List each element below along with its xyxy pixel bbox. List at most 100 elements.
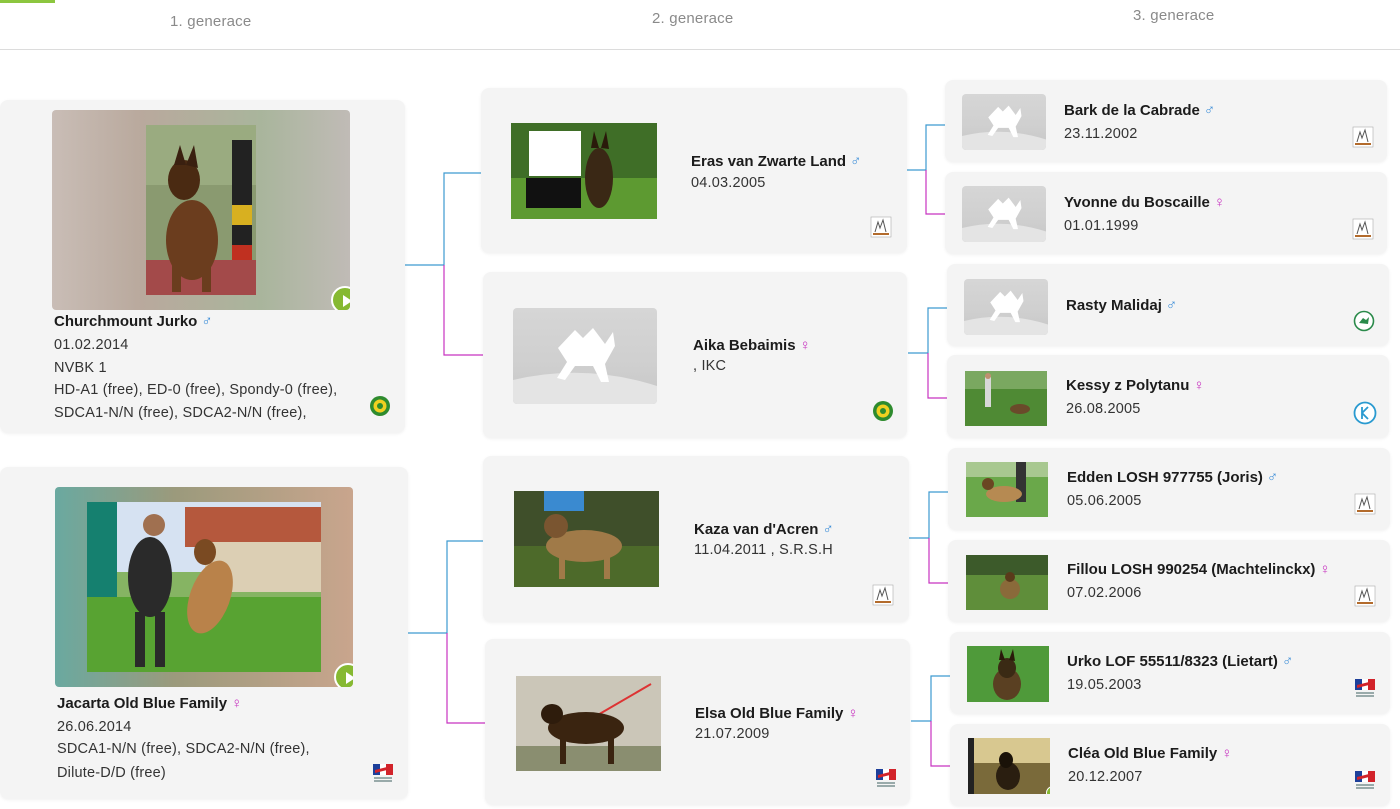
female-icon: ♀ [1213, 194, 1226, 211]
gen3-card[interactable]: Rasty Malidaj ♂ [947, 264, 1389, 346]
dog-photo-image [968, 738, 1050, 794]
central-canine-logo-icon [1355, 771, 1375, 789]
dog-photo-image [511, 123, 657, 219]
dog-photo[interactable] [965, 371, 1047, 426]
central-canine-logo-icon [373, 764, 393, 782]
sr-sh-logo-icon [1354, 585, 1376, 607]
placeholder-dog-icon [962, 197, 1046, 242]
dog-name[interactable]: Yvonne du Boscaille ♀ [1064, 194, 1225, 211]
dog-photo-image [516, 676, 661, 771]
gen1-dam-card[interactable]: Jacarta Old Blue Family ♀ 26.06.2014 SDCA… [0, 467, 408, 799]
dog-name[interactable]: Urko LOF 55511/8323 (Lietart) ♂ [1067, 653, 1293, 670]
gen3-card[interactable]: Yvonne du Boscaille ♀ 01.01.1999 [945, 172, 1387, 254]
nvbk-logo-icon [370, 396, 390, 416]
dog-name-text[interactable]: Aika Bebaimis [693, 337, 796, 354]
dog-photo[interactable] [55, 487, 353, 687]
dog-name[interactable]: Churchmount Jurko ♂ [54, 313, 213, 330]
birth-date: 21.07.2009 [695, 726, 770, 742]
birth-date: 11.04.2011 , S.R.S.H [694, 542, 833, 558]
dna-line: SDCA1-N/N (free), SDCA2-N/N (free), [57, 741, 310, 757]
dna-line: SDCA1-N/N (free), SDCA2-N/N (free), [54, 405, 307, 421]
male-icon: ♂ [1203, 102, 1216, 119]
sr-sh-logo-icon [872, 584, 894, 606]
placeholder-dog-icon [513, 328, 657, 404]
dog-name-text[interactable]: Kessy z Polytanu [1066, 377, 1189, 394]
sr-sh-logo-icon [1352, 218, 1374, 240]
dog-photo[interactable] [966, 555, 1048, 610]
gen2-card[interactable]: Eras van Zwarte Land ♂ 04.03.2005 [481, 88, 907, 253]
registry-line: NVBK 1 [54, 360, 107, 376]
sr-sh-logo-icon [1352, 126, 1374, 148]
birth-date: 01.01.1999 [1064, 218, 1139, 234]
male-icon: ♂ [1266, 469, 1279, 486]
male-icon: ♂ [1281, 653, 1294, 670]
dog-name[interactable]: Kaza van d'Acren ♂ [694, 521, 834, 538]
dog-name-text[interactable]: Rasty Malidaj [1066, 297, 1162, 314]
gen2-card[interactable]: Kaza van d'Acren ♂ 11.04.2011 , S.R.S.H [483, 456, 909, 622]
dog-name-text[interactable]: Elsa Old Blue Family [695, 705, 843, 722]
dog-name-text[interactable]: Fillou LOSH 990254 (Machtelinckx) [1067, 561, 1315, 578]
dog-name-text[interactable]: Edden LOSH 977755 (Joris) [1067, 469, 1263, 486]
dog-name[interactable]: Kessy z Polytanu ♀ [1066, 377, 1205, 394]
female-icon: ♀ [1319, 561, 1331, 578]
placeholder-dog-icon [964, 290, 1048, 335]
dog-photo[interactable] [966, 462, 1048, 517]
birth-date: 20.12.2007 [1068, 769, 1143, 785]
dog-name-text[interactable]: Churchmount Jurko [54, 313, 197, 330]
gen3-card[interactable]: Edden LOSH 977755 (Joris) ♂ 05.06.2005 [948, 448, 1390, 530]
dog-name-text[interactable]: Kaza van d'Acren [694, 521, 818, 538]
nvbk-logo-icon [873, 401, 893, 421]
dog-name-text[interactable]: Bark de la Cabrade [1064, 102, 1200, 119]
dog-name-text[interactable]: Yvonne du Boscaille [1064, 194, 1210, 211]
gen1-sire-card[interactable]: Churchmount Jurko ♂ 01.02.2014 NVBK 1 HD-… [0, 100, 405, 433]
dog-photo[interactable] [52, 110, 350, 310]
gen2-card[interactable]: Elsa Old Blue Family ♀ 21.07.2009 [485, 639, 910, 805]
dog-name-text[interactable]: Eras van Zwarte Land [691, 153, 846, 170]
birth-date: 26.08.2005 [1066, 401, 1141, 417]
dog-name[interactable]: Elsa Old Blue Family ♀ [695, 705, 859, 722]
gen3-card[interactable]: Cléa Old Blue Family ♀ 20.12.2007 [950, 724, 1390, 806]
dog-name-text[interactable]: Urko LOF 55511/8323 (Lietart) [1067, 653, 1278, 670]
dog-photo[interactable] [516, 676, 661, 771]
dog-name[interactable]: Aika Bebaimis ♀ [693, 337, 811, 354]
sr-sh-logo-icon [1354, 493, 1376, 515]
dog-name[interactable]: Fillou LOSH 990254 (Machtelinckx) ♀ [1067, 561, 1331, 578]
birth-date: 07.02.2006 [1067, 585, 1142, 601]
dog-name[interactable]: Rasty Malidaj ♂ [1066, 297, 1177, 314]
female-icon: ♀ [231, 695, 243, 712]
registry-line: , IKC [693, 358, 727, 374]
dog-name-text[interactable]: Jacarta Old Blue Family [57, 695, 227, 712]
dog-photo-image [514, 491, 659, 587]
gen3-card[interactable]: Bark de la Cabrade ♂ 23.11.2002 [945, 80, 1387, 162]
dog-name[interactable]: Jacarta Old Blue Family ♀ [57, 695, 242, 712]
male-icon: ♂ [850, 153, 862, 170]
dog-name[interactable]: Cléa Old Blue Family ♀ [1068, 745, 1232, 762]
dog-photo[interactable] [514, 491, 659, 587]
health-line: HD-A1 (free), ED-0 (free), Spondy-0 (fre… [54, 382, 338, 398]
placeholder-photo[interactable] [962, 186, 1046, 242]
dog-name[interactable]: Eras van Zwarte Land ♂ [691, 153, 861, 170]
birth-date: 23.11.2002 [1064, 126, 1138, 142]
gen3-card[interactable]: Fillou LOSH 990254 (Machtelinckx) ♀ 07.02… [948, 540, 1390, 622]
placeholder-photo[interactable] [513, 308, 657, 404]
green-round-logo-icon [1353, 310, 1375, 332]
dog-name[interactable]: Bark de la Cabrade ♂ [1064, 102, 1215, 119]
placeholder-photo[interactable] [962, 94, 1046, 150]
dog-photo-image [966, 462, 1048, 517]
placeholder-photo[interactable] [964, 279, 1048, 335]
gen3-card[interactable]: Urko LOF 55511/8323 (Lietart) ♂ 19.05.200… [950, 632, 1390, 714]
gen3-card[interactable]: Kessy z Polytanu ♀ 26.08.2005 [947, 355, 1389, 438]
birth-date: 01.02.2014 [54, 337, 129, 353]
female-icon: ♀ [847, 705, 859, 722]
dog-photo[interactable] [968, 738, 1050, 794]
dog-photo[interactable] [967, 646, 1049, 702]
dog-name[interactable]: Edden LOSH 977755 (Joris) ♂ [1067, 469, 1278, 486]
dog-name-text[interactable]: Cléa Old Blue Family [1068, 745, 1217, 762]
play-video-button[interactable] [334, 663, 353, 687]
gen2-card[interactable]: Aika Bebaimis ♀ , IKC [483, 272, 907, 438]
central-canine-logo-icon [876, 769, 896, 787]
dog-photo-image [966, 555, 1048, 610]
play-video-button[interactable] [331, 286, 350, 310]
dog-photo[interactable] [511, 123, 657, 219]
female-icon: ♀ [799, 337, 811, 354]
